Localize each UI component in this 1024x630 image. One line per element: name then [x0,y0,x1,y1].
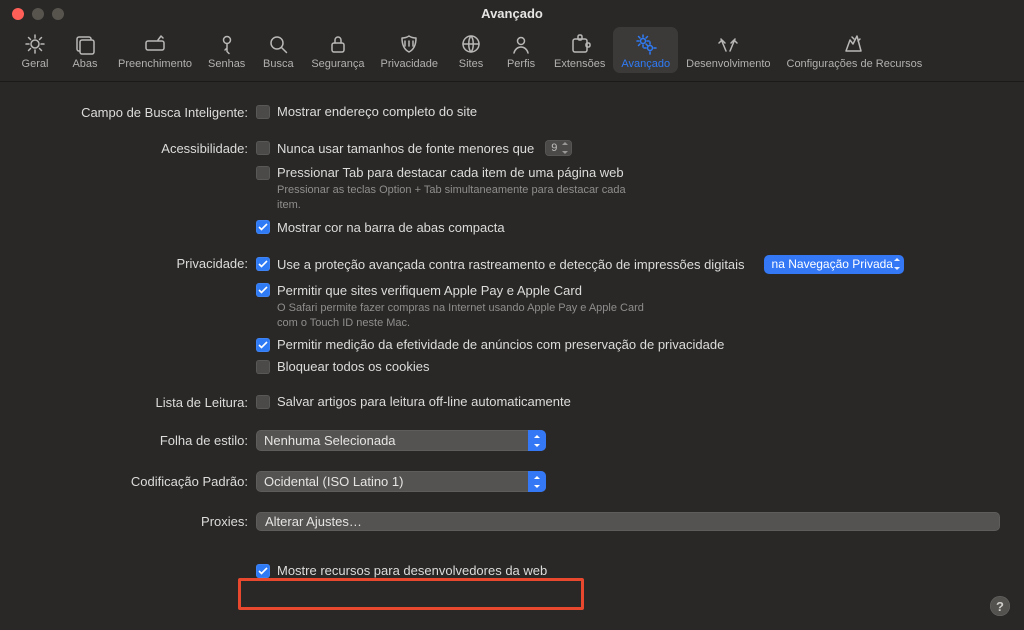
chevron-up-down-icon [561,142,569,154]
apple-pay-check-checkbox[interactable] [256,283,270,297]
chevron-up-down-icon [533,476,541,488]
websites-icon [460,31,482,57]
features-icon [843,31,865,57]
apple-pay-check-label: Permitir que sites verifiquem Apple Pay … [277,283,582,298]
toolbar-tab-privacy[interactable]: Privacidade [373,27,446,73]
chevron-up-down-icon [893,258,901,270]
chevron-up-down-icon [533,435,541,447]
fingerprint-protection-mode-select[interactable]: na Navegação Privada [764,255,904,274]
ad-measurement-label: Permitir medição da efetividade de anúnc… [277,337,724,352]
advanced-settings-pane: Campo de Busca Inteligente: Mostrar ende… [0,82,1024,578]
show-develop-features-label: Mostre recursos para desenvolvedores da … [277,563,547,578]
min-font-size-stepper[interactable]: 9 [545,140,572,156]
security-icon [327,31,349,57]
reading-list-section-label: Lista de Leitura: [24,394,256,410]
window-title: Avançado [0,6,1024,21]
search-icon [267,31,289,57]
toolbar-tab-autofill[interactable]: Preenchimento [110,27,200,73]
proxies-section-label: Proxies: [24,512,256,529]
block-cookies-checkbox[interactable] [256,360,270,374]
toolbar-tab-label: Preenchimento [118,58,192,70]
annotation-highlight [238,578,584,610]
toolbar-tab-profiles[interactable]: Perfis [496,27,546,73]
help-button[interactable]: ? [990,596,1010,616]
stylesheet-section-label: Folha de estilo: [24,430,256,448]
toolbar-tab-websites[interactable]: Sites [446,27,496,73]
toolbar-tab-label: Extensões [554,58,605,70]
toolbar-tab-label: Desenvolvimento [686,58,770,70]
toolbar-tab-label: Sites [459,58,483,70]
fingerprint-protection-checkbox[interactable] [256,257,270,271]
toolbar-tab-label: Configurações de Recursos [787,58,923,70]
show-full-url-checkbox[interactable] [256,105,270,119]
preferences-toolbar: Geral Abas Preenchimento Senhas Busca Seguran… [0,27,1024,82]
general-icon [24,31,46,57]
toolbar-tab-label: Geral [22,58,49,70]
compact-tab-color-label: Mostrar cor na barra de abas compacta [277,220,505,235]
toolbar-tab-label: Segurança [311,58,364,70]
show-full-url-label: Mostrar endereço completo do site [277,104,477,119]
advanced-icon [635,31,657,57]
privacy-section-label: Privacidade: [24,255,256,271]
reading-list-offline-checkbox[interactable] [256,395,270,409]
title-bar: Avançado [0,0,1024,27]
extensions-icon [569,31,591,57]
apple-pay-check-help: O Safari permite fazer compras na Intern… [277,301,647,331]
show-develop-features-checkbox[interactable] [256,564,270,578]
tab-highlight-label: Pressionar Tab para destacar cada item d… [277,165,624,180]
toolbar-tab-develop[interactable]: Desenvolvimento [678,27,778,73]
stylesheet-select[interactable]: Nenhuma Selecionada [256,430,546,451]
min-font-size-checkbox[interactable] [256,141,270,155]
block-cookies-label: Bloquear todos os cookies [277,359,429,374]
tab-highlight-help: Pressionar as teclas Option + Tab simult… [277,183,647,213]
toolbar-tab-search[interactable]: Busca [253,27,303,73]
toolbar-tab-label: Busca [263,58,294,70]
toolbar-tab-security[interactable]: Segurança [303,27,372,73]
develop-icon [717,31,739,57]
tabs-icon [74,31,96,57]
toolbar-tab-advanced[interactable]: Avançado [613,27,678,73]
change-proxy-settings-button[interactable]: Alterar Ajustes… [256,512,1000,531]
autofill-icon [144,31,166,57]
tab-highlight-checkbox[interactable] [256,166,270,180]
toolbar-tab-label: Abas [72,58,97,70]
default-encoding-section-label: Codificação Padrão: [24,471,256,489]
toolbar-tab-tabs[interactable]: Abas [60,27,110,73]
smart-search-field-label: Campo de Busca Inteligente: [24,104,256,120]
toolbar-tab-label: Avançado [621,58,670,70]
reading-list-offline-label: Salvar artigos para leitura off-line aut… [277,394,571,409]
accessibility-section-label: Acessibilidade: [24,140,256,156]
toolbar-tab-features[interactable]: Configurações de Recursos [779,27,931,73]
passwords-icon [216,31,238,57]
ad-measurement-checkbox[interactable] [256,338,270,352]
privacy-icon [398,31,420,57]
compact-tab-color-checkbox[interactable] [256,220,270,234]
toolbar-tab-general[interactable]: Geral [10,27,60,73]
toolbar-tab-extensions[interactable]: Extensões [546,27,613,73]
default-encoding-select[interactable]: Ocidental (ISO Latino 1) [256,471,546,492]
toolbar-tab-passwords[interactable]: Senhas [200,27,253,73]
toolbar-tab-label: Senhas [208,58,245,70]
fingerprint-protection-label: Use a proteção avançada contra rastreame… [277,257,745,272]
profiles-icon [510,31,532,57]
toolbar-tab-label: Perfis [507,58,535,70]
toolbar-tab-label: Privacidade [381,58,438,70]
min-font-size-label: Nunca usar tamanhos de fonte menores que [277,141,534,156]
